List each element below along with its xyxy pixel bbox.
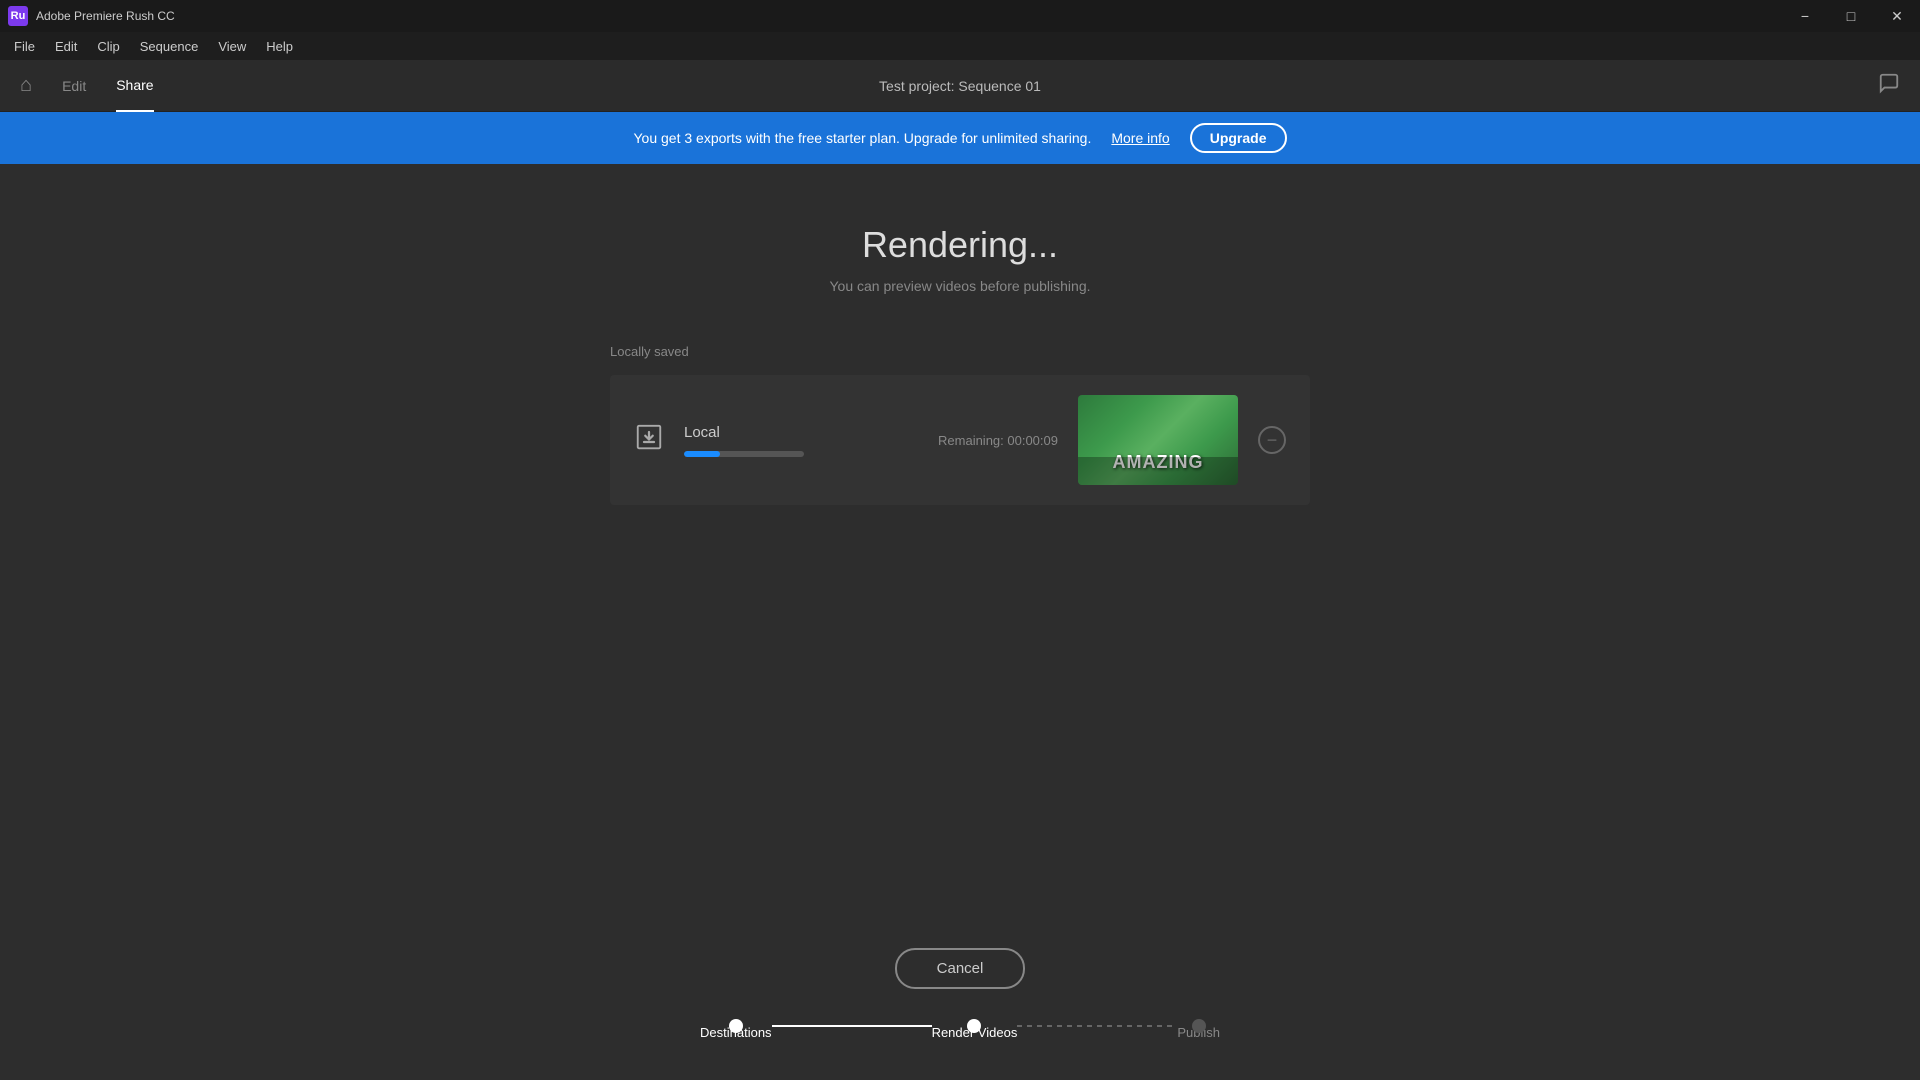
menu-file[interactable]: File	[4, 32, 45, 60]
nav-bar: ⌂ Edit Share Test project: Sequence 01	[0, 60, 1920, 112]
step-dot-destinations	[729, 1019, 743, 1033]
progress-bar-fill	[684, 451, 720, 457]
upgrade-button[interactable]: Upgrade	[1190, 123, 1287, 153]
render-card: Local Remaining: 00:00:09 AMAZING −	[610, 375, 1310, 505]
cancel-button[interactable]: Cancel	[895, 948, 1026, 989]
remaining-text: Remaining: 00:00:09	[938, 433, 1058, 448]
rendering-subtitle: You can preview videos before publishing…	[830, 278, 1091, 294]
menu-view[interactable]: View	[208, 32, 256, 60]
menu-help[interactable]: Help	[256, 32, 303, 60]
menu-clip[interactable]: Clip	[87, 32, 129, 60]
maximize-button[interactable]: □	[1828, 0, 1874, 32]
remove-button[interactable]: −	[1258, 426, 1286, 454]
chat-icon[interactable]	[1878, 72, 1900, 100]
step-dot-publish	[1192, 1019, 1206, 1033]
main-content: Rendering... You can preview videos befo…	[0, 164, 1920, 1080]
project-title: Test project: Sequence 01	[879, 78, 1041, 94]
tab-share[interactable]: Share	[116, 60, 153, 112]
render-label: Local	[684, 424, 918, 441]
step-publish: Publish	[1177, 1019, 1220, 1040]
home-button[interactable]: ⌂	[20, 74, 32, 97]
download-icon	[634, 422, 664, 459]
banner-text: You get 3 exports with the free starter …	[633, 130, 1091, 146]
step-connector-2	[1017, 1025, 1177, 1027]
render-info: Local	[684, 424, 918, 457]
render-section: Locally saved Local Remaining: 00:00:09	[610, 344, 1310, 505]
tab-edit[interactable]: Edit	[62, 60, 86, 112]
title-bar-title: Adobe Premiere Rush CC	[36, 9, 175, 23]
step-destinations: Destinations	[700, 1019, 772, 1040]
menu-edit[interactable]: Edit	[45, 32, 87, 60]
progress-steps: Destinations Render Videos Publish	[700, 1019, 1220, 1040]
rendering-title: Rendering...	[862, 224, 1058, 266]
menu-sequence[interactable]: Sequence	[130, 32, 209, 60]
menu-bar: File Edit Clip Sequence View Help	[0, 32, 1920, 60]
minimize-button[interactable]: −	[1782, 0, 1828, 32]
close-button[interactable]: ✕	[1874, 0, 1920, 32]
locally-saved-label: Locally saved	[610, 344, 1310, 359]
thumbnail-boat	[1078, 457, 1238, 485]
app-icon: Ru	[8, 6, 28, 26]
progress-bar-container	[684, 451, 804, 457]
title-bar-controls: − □ ✕	[1782, 0, 1920, 32]
upgrade-banner: You get 3 exports with the free starter …	[0, 112, 1920, 164]
step-connector-1	[772, 1025, 932, 1027]
more-info-button[interactable]: More info	[1111, 130, 1169, 146]
bottom-controls: Cancel Destinations Render Videos Publis…	[0, 948, 1920, 1080]
title-bar: Ru Adobe Premiere Rush CC − □ ✕	[0, 0, 1920, 32]
video-thumbnail: AMAZING	[1078, 395, 1238, 485]
step-render: Render Videos	[932, 1019, 1018, 1040]
